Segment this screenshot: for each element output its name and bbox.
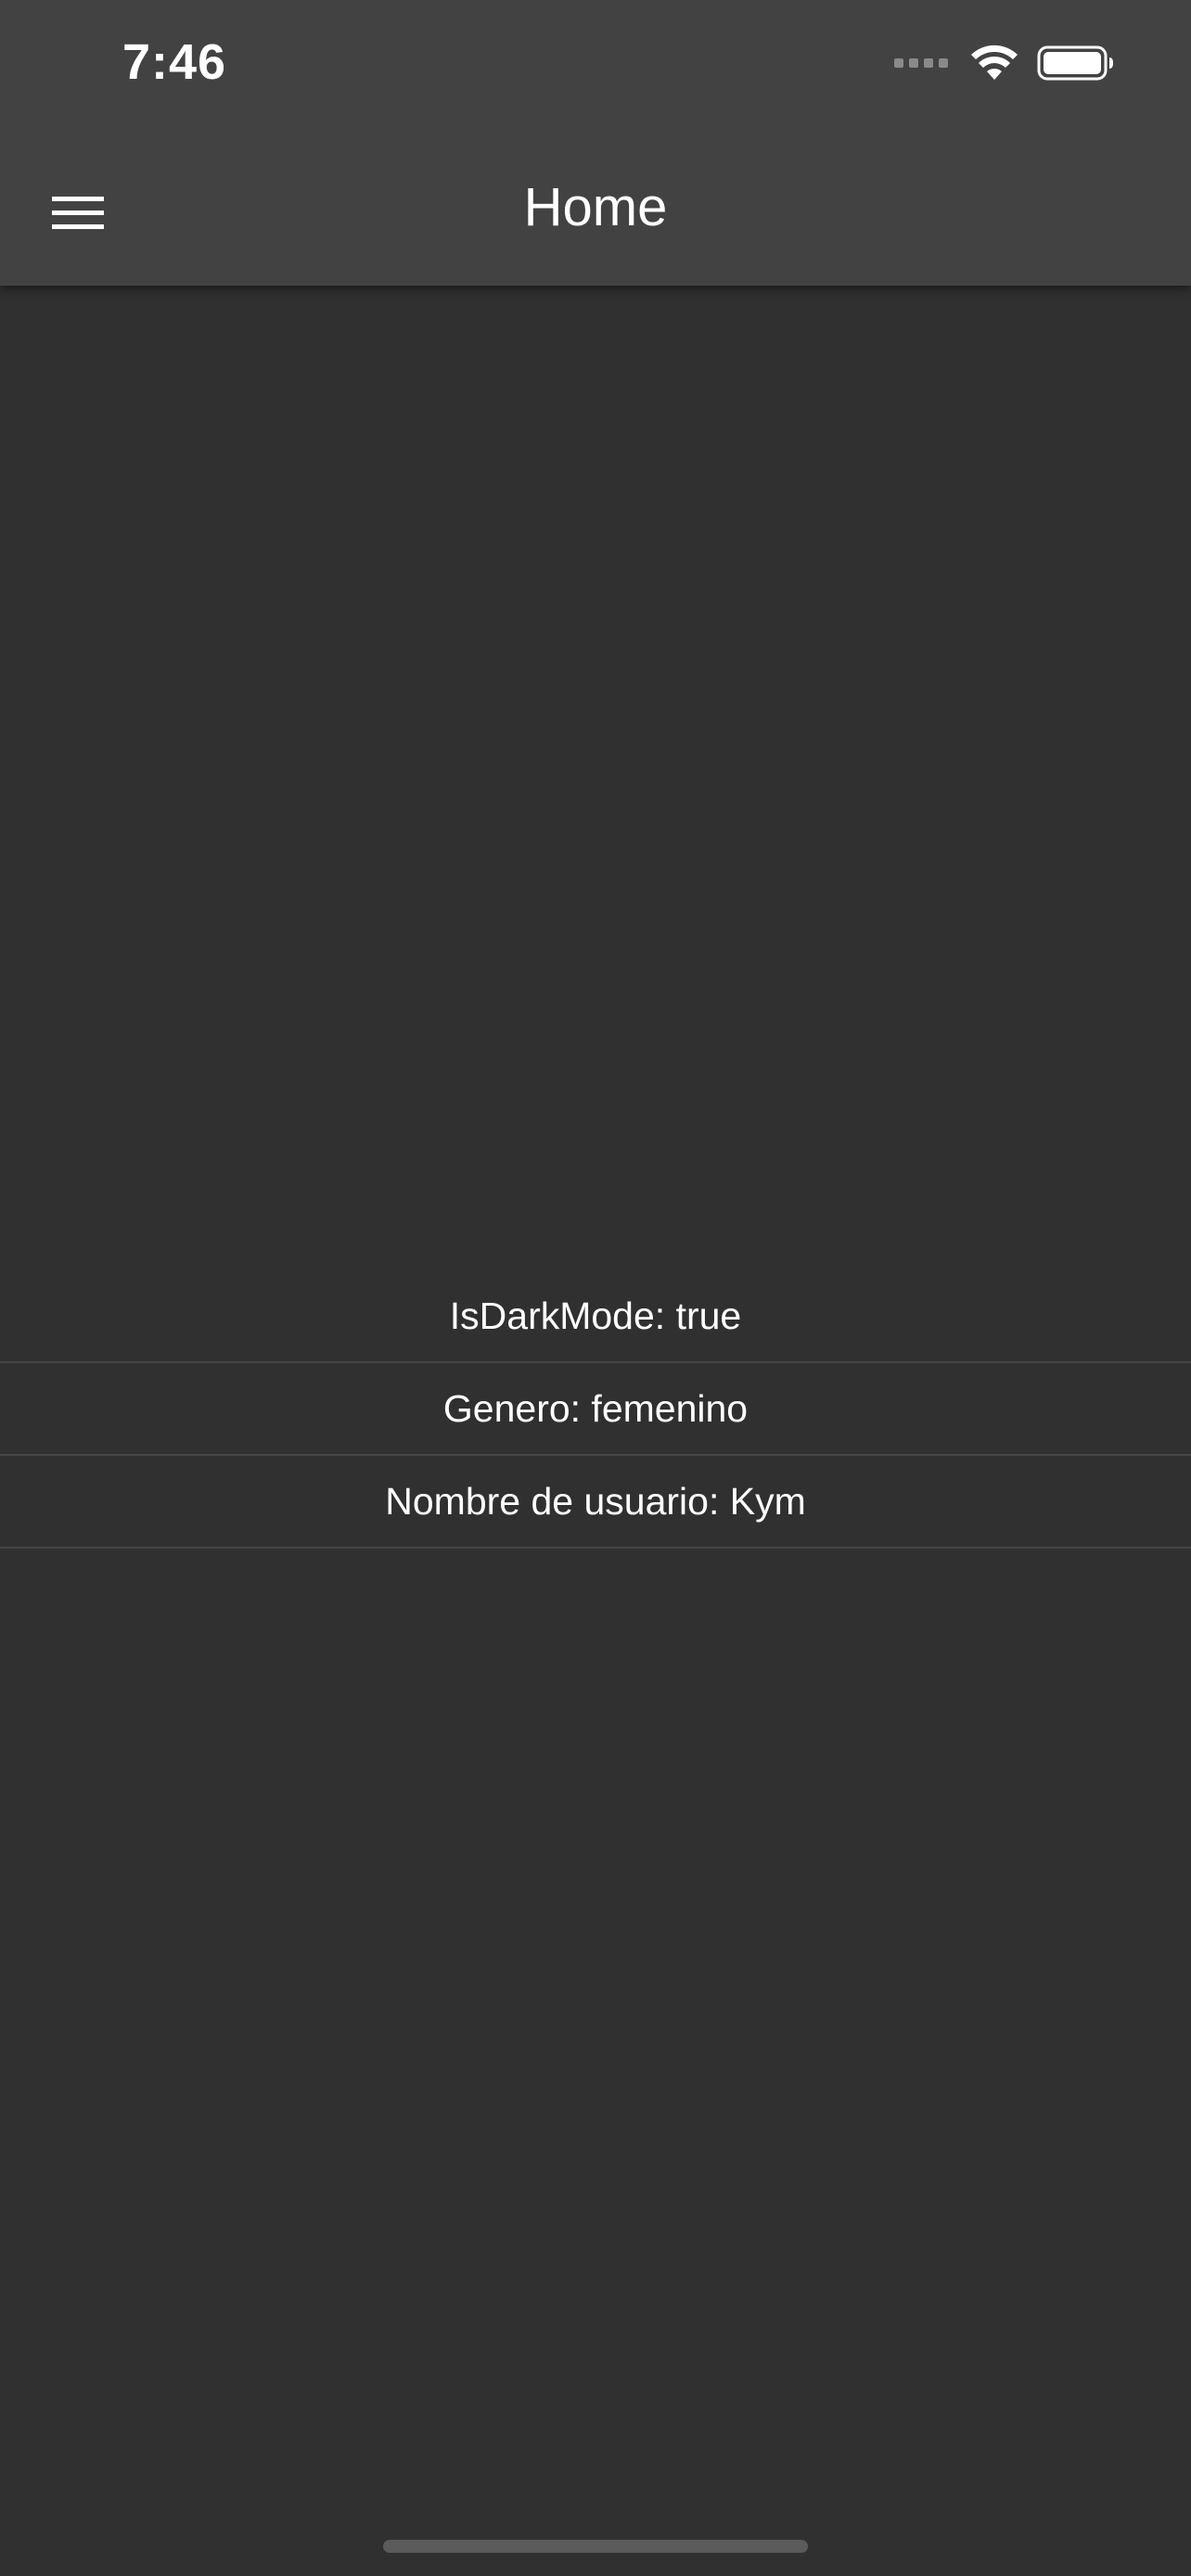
top-bar: 7:46 Home (0, 0, 1191, 286)
list-item-dark-mode[interactable]: IsDarkMode: true (0, 1270, 1191, 1363)
list-item-username[interactable]: Nombre de usuario: Kym (0, 1456, 1191, 1549)
status-icons (894, 45, 1115, 82)
battery-icon (1037, 45, 1113, 81)
signal-dots-icon (894, 58, 948, 68)
screen: 7:46 Home IsDarkMode: true Genero: femen… (0, 0, 1191, 2576)
settings-list: IsDarkMode: true Genero: femenino Nombre… (0, 1270, 1191, 1549)
page-title: Home (523, 177, 668, 237)
app-bar: Home (0, 139, 1191, 286)
status-time: 7:46 (122, 34, 227, 90)
status-bar: 7:46 (0, 0, 1191, 139)
list-item-gender[interactable]: Genero: femenino (0, 1363, 1191, 1456)
home-indicator (383, 2540, 808, 2553)
wifi-icon (971, 45, 1018, 80)
